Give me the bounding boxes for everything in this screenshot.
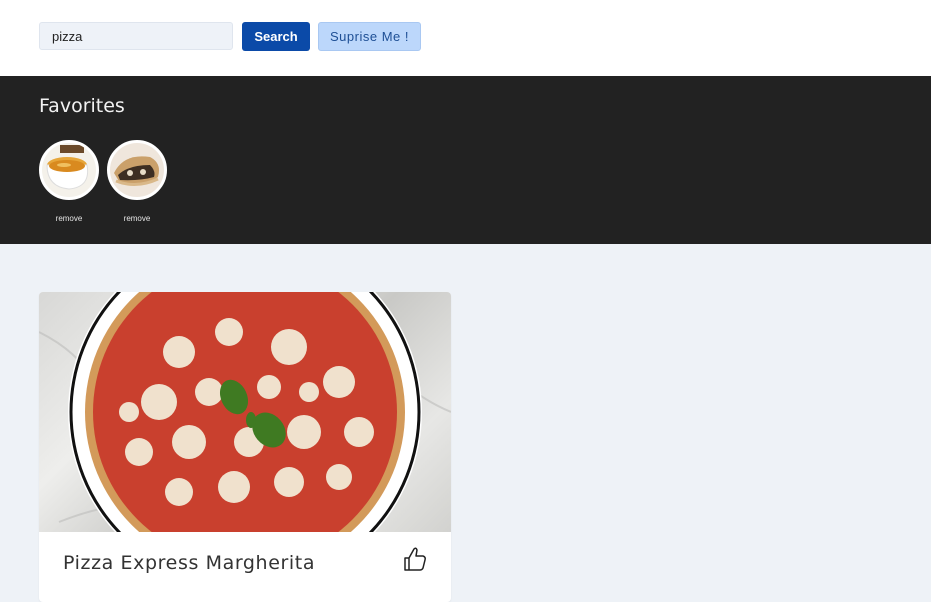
- favorite-item: remove: [107, 140, 167, 223]
- surprise-me-button[interactable]: Suprise Me !: [318, 22, 421, 51]
- remove-favorite-link[interactable]: remove: [107, 214, 167, 223]
- soup-bowl-image: [42, 143, 96, 197]
- search-button[interactable]: Search: [242, 22, 310, 51]
- meal-title: Pizza Express Margherita: [63, 552, 316, 574]
- margherita-pizza-image: [39, 292, 451, 589]
- calzone-image: [110, 143, 164, 197]
- favorites-section: Favorites remove remove: [0, 76, 931, 244]
- search-bar: Search Suprise Me !: [0, 0, 931, 76]
- favorite-thumbnail[interactable]: [39, 140, 99, 200]
- favorite-item: remove: [39, 140, 99, 223]
- search-input[interactable]: [39, 22, 233, 50]
- favorites-title: Favorites: [39, 95, 125, 117]
- meal-card: Pizza Express Margherita: [39, 292, 451, 602]
- thumbs-up-icon[interactable]: [403, 546, 427, 572]
- meal-image: [39, 292, 451, 589]
- remove-favorite-link[interactable]: remove: [39, 214, 99, 223]
- favorite-thumbnail[interactable]: [107, 140, 167, 200]
